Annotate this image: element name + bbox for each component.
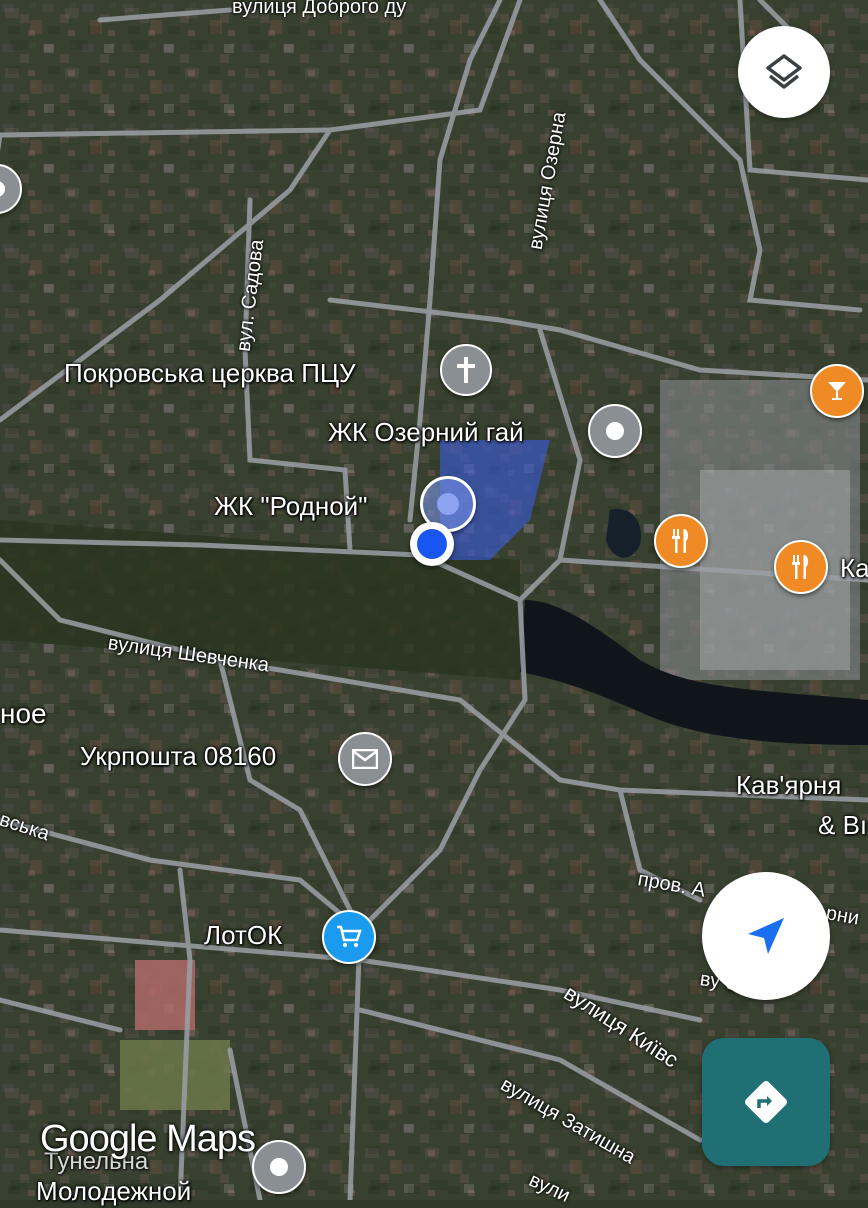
place-label-ozerny-gai[interactable]: ЖК Озерний гай xyxy=(328,417,524,448)
church-pin[interactable] xyxy=(440,344,492,396)
place-label-church[interactable]: Покровська церква ПЦУ xyxy=(64,358,356,389)
place-label-cafe[interactable]: Кав'ярня xyxy=(736,770,841,801)
place-label-k-edge[interactable]: Ка xyxy=(840,553,868,584)
place-pin-icon xyxy=(437,493,459,515)
cross-icon xyxy=(457,357,475,383)
fork-knife-icon xyxy=(672,529,689,553)
google-maps-logo: Google Maps xyxy=(40,1118,256,1160)
directions-button[interactable] xyxy=(702,1038,830,1166)
ozerny-gai-pin[interactable] xyxy=(588,404,642,458)
directions-icon xyxy=(745,1081,787,1123)
cocktail-bar-pin[interactable] xyxy=(810,364,864,418)
current-location-dot xyxy=(410,522,454,566)
place-label-rodnoy[interactable]: ЖК "Родной" xyxy=(214,491,367,522)
layers-button[interactable] xyxy=(738,26,830,118)
place-label-noe-edge: ное xyxy=(0,698,47,729)
place-pin-icon xyxy=(0,181,5,197)
cart-icon xyxy=(337,925,362,947)
restaurant-pin-2[interactable] xyxy=(774,540,828,594)
place-label-lotok[interactable]: ЛотОК xyxy=(204,920,282,951)
place-pin-bottom[interactable] xyxy=(252,1140,306,1194)
layers-icon xyxy=(766,54,802,89)
fork-knife-icon xyxy=(792,555,809,579)
post-office-pin[interactable] xyxy=(338,732,392,786)
envelope-icon xyxy=(352,749,378,769)
my-location-button[interactable] xyxy=(702,872,830,1000)
restaurant-pin-1[interactable] xyxy=(654,514,708,568)
navigation-arrow-icon xyxy=(748,918,784,954)
place-label-molodezh: Молодежной xyxy=(36,1176,192,1206)
street-label-dobroho: вулиця Доброго ду xyxy=(232,0,407,18)
place-label-ukrposhta[interactable]: Укрпошта 08160 xyxy=(80,741,276,772)
satellite-map[interactable] xyxy=(0,0,868,1200)
shop-pin[interactable] xyxy=(322,910,376,964)
place-pin-icon xyxy=(270,1158,288,1176)
cocktail-icon xyxy=(828,382,846,400)
place-pin-icon xyxy=(606,422,624,440)
place-label-cafe-line2[interactable]: & Bı xyxy=(818,810,867,841)
